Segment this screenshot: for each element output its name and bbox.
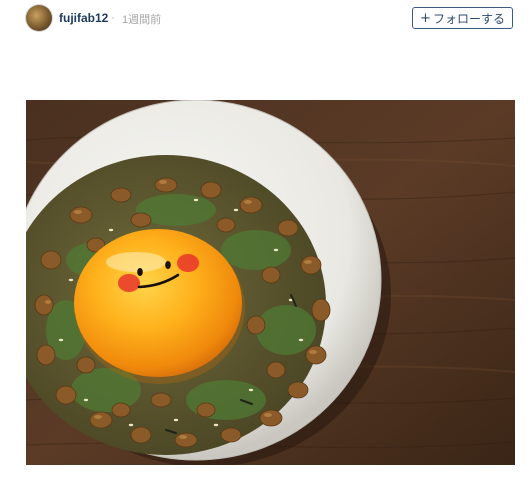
post-time: 1週間前 (122, 14, 162, 26)
plus-icon: + (420, 10, 431, 26)
post-photo[interactable] (26, 100, 515, 465)
separator-dot: · (111, 10, 115, 24)
follow-button-label: フォローする (432, 11, 505, 26)
follow-button[interactable]: + フォローする (412, 7, 513, 29)
username-link[interactable]: fujifab12 (59, 11, 108, 25)
post-header: fujifab12 · 1週間前 + フォローする (0, 0, 530, 38)
natto-bowl-photo (26, 100, 515, 465)
avatar[interactable] (26, 5, 52, 31)
